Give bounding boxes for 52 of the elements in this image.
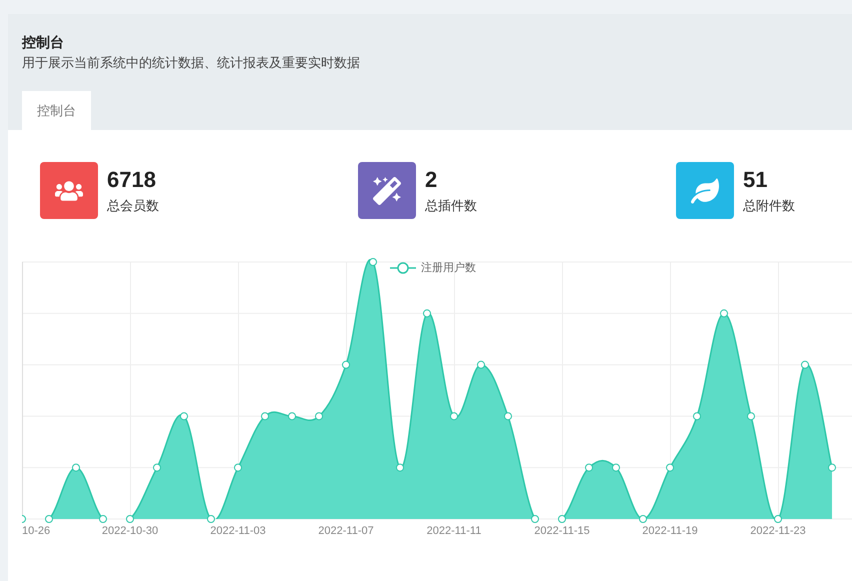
stat-value: 51 xyxy=(743,166,768,194)
legend-line-icon xyxy=(390,260,416,274)
magic-wand-icon xyxy=(373,176,401,204)
stat-value: 6718 xyxy=(107,166,157,194)
data-point xyxy=(261,412,269,420)
data-point xyxy=(720,309,728,318)
data-point xyxy=(342,360,350,369)
data-point xyxy=(22,515,26,523)
axis-label: 2022-11-23 xyxy=(750,525,806,537)
axis-label: 10-26 xyxy=(22,525,50,537)
data-point xyxy=(99,515,107,523)
data-point xyxy=(180,412,188,420)
data-point xyxy=(639,515,647,523)
data-point xyxy=(585,464,593,472)
legend-label: 注册用户数 xyxy=(421,260,476,275)
data-point xyxy=(828,464,836,472)
data-point xyxy=(693,412,701,420)
data-point xyxy=(234,464,242,472)
stat-label: 总会员数 xyxy=(107,196,159,214)
data-point xyxy=(72,464,80,472)
data-point xyxy=(153,464,161,472)
axis-label: 2022-11-19 xyxy=(642,525,698,537)
stat-value: 2 xyxy=(425,166,438,194)
data-point xyxy=(774,515,782,523)
axis-label: 2022-11-03 xyxy=(210,525,266,537)
data-point xyxy=(477,360,485,369)
leaf-icon xyxy=(691,176,719,204)
data-point xyxy=(369,258,377,266)
axis-label: 2022-11-07 xyxy=(318,525,374,537)
data-point xyxy=(747,412,755,420)
axis-label: 2022-11-15 xyxy=(534,525,590,537)
data-point xyxy=(126,515,134,523)
data-point xyxy=(315,412,323,420)
page-title: 控制台 xyxy=(22,33,65,52)
data-point xyxy=(801,360,809,369)
data-point xyxy=(450,412,458,420)
tab[interactable]: 控制台 xyxy=(22,91,91,130)
axis-label: 2022-11-11 xyxy=(426,525,482,537)
data-point xyxy=(558,515,566,523)
stat-label: 总插件数 xyxy=(425,196,477,214)
data-point xyxy=(45,515,53,523)
axis-label: 2022-10-30 xyxy=(102,525,158,537)
data-point xyxy=(207,515,215,523)
page-subtitle: 用于展示当前系统中的统计数据、统计报表及重要实时数据 xyxy=(22,54,361,72)
data-point xyxy=(288,412,296,420)
data-point xyxy=(666,464,674,472)
data-point xyxy=(531,515,539,523)
stat-label: 总附件数 xyxy=(743,196,795,214)
data-point xyxy=(396,464,404,472)
data-point xyxy=(504,412,512,420)
data-point xyxy=(612,464,620,472)
data-point xyxy=(423,309,431,318)
